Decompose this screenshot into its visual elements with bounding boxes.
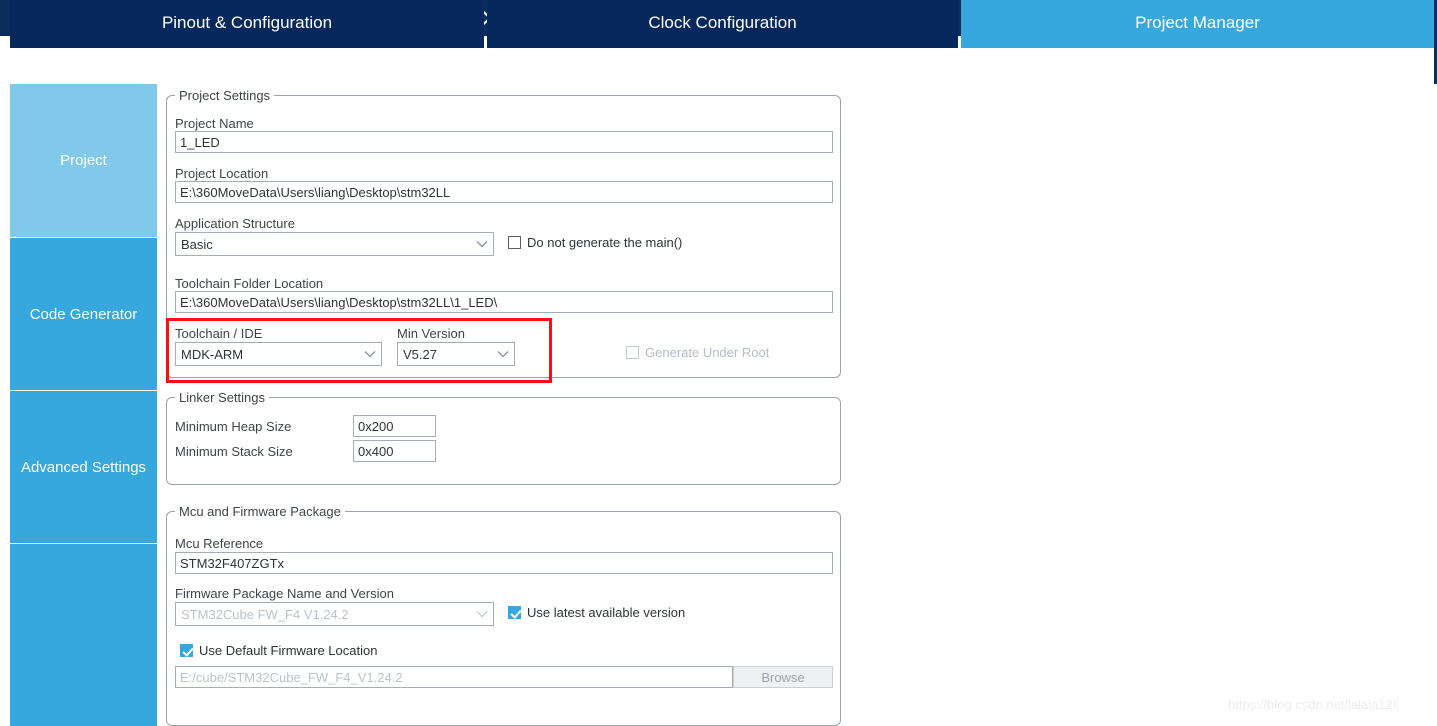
- use-latest-version-checkbox[interactable]: Use latest available version: [508, 605, 685, 620]
- tab-project-manager[interactable]: Project Manager: [961, 0, 1434, 48]
- watermark: https://blog.csdn.net/lalala12ll: [1228, 697, 1399, 712]
- mcu-reference-input[interactable]: STM32F407ZGTx: [175, 552, 833, 574]
- project-name-input[interactable]: 1_LED: [175, 131, 833, 153]
- firmware-location-input[interactable]: E:/cube/STM32Cube_FW_F4_V1.24.2: [175, 666, 733, 688]
- minimum-stack-size-label: Minimum Stack Size: [175, 444, 293, 459]
- min-version-value: V5.27: [403, 346, 437, 362]
- use-default-firmware-location-label: Use Default Firmware Location: [199, 643, 378, 658]
- generate-under-root-checkbox[interactable]: Generate Under Root: [626, 345, 769, 360]
- use-default-firmware-location-checkbox[interactable]: Use Default Firmware Location: [180, 643, 377, 658]
- toolchain-ide-select[interactable]: MDK-ARM: [175, 342, 382, 366]
- linker-settings-group: Linker Settings: [166, 390, 841, 485]
- checkbox-box-use-latest-version: [508, 606, 521, 619]
- mcu-reference-label: Mcu Reference: [175, 536, 264, 551]
- application-structure-value: Basic: [181, 236, 213, 252]
- firmware-package-label: Firmware Package Name and Version: [175, 586, 394, 601]
- minimum-heap-size-input[interactable]: 0x200: [353, 415, 436, 437]
- min-version-label: Min Version: [397, 326, 465, 341]
- firmware-location-value: E:/cube/STM32Cube_FW_F4_V1.24.2: [180, 669, 403, 685]
- checkbox-box-generate-under-root: [626, 346, 639, 359]
- browse-button[interactable]: Browse: [733, 666, 833, 688]
- do-not-generate-main-checkbox[interactable]: Do not generate the main(): [508, 235, 682, 250]
- chevron-down-icon-firmware: [471, 603, 493, 625]
- project-location-label: Project Location: [175, 166, 269, 181]
- checkbox-box-do-not-generate-main: [508, 236, 521, 249]
- do-not-generate-main-label: Do not generate the main(): [527, 235, 683, 250]
- firmware-package-value: STM32Cube FW_F4 V1.24.2: [181, 606, 349, 622]
- toolchain-folder-label: Toolchain Folder Location: [175, 276, 324, 291]
- sidebar-item-project[interactable]: Project: [10, 84, 157, 238]
- application-structure-label: Application Structure: [175, 216, 295, 231]
- use-latest-version-label: Use latest available version: [527, 605, 686, 620]
- chevron-down-icon-min-version: [492, 343, 514, 365]
- toolchain-folder-input[interactable]: E:\360MoveData\Users\liang\Desktop\stm32…: [175, 291, 833, 313]
- tab-pinout-configuration[interactable]: Pinout & Configuration: [10, 0, 484, 48]
- firmware-package-select[interactable]: STM32Cube FW_F4 V1.24.2: [175, 602, 494, 626]
- stm32cubemx-window: Home STM32F407ZGTx 1_LED.ioc - Project M…: [0, 0, 1437, 726]
- sidebar: Project Code Generator Advanced Settings: [10, 84, 157, 726]
- application-structure-select[interactable]: Basic: [175, 232, 494, 256]
- tab-clock-configuration[interactable]: Clock Configuration: [487, 0, 958, 48]
- minimum-stack-size-value: 0x400: [358, 443, 394, 459]
- project-location-input[interactable]: E:\360MoveData\Users\liang\Desktop\stm32…: [175, 181, 833, 203]
- toolchain-folder-value: E:\360MoveData\Users\liang\Desktop\stm32…: [180, 294, 498, 310]
- checkbox-box-use-default-firmware-location: [180, 644, 193, 657]
- min-version-select[interactable]: V5.27: [397, 342, 515, 366]
- chevron-down-icon: [471, 233, 493, 255]
- sidebar-item-empty[interactable]: [10, 544, 157, 726]
- project-name-label: Project Name: [175, 116, 254, 131]
- minimum-stack-size-input[interactable]: 0x400: [353, 440, 436, 462]
- toolchain-ide-value: MDK-ARM: [181, 346, 244, 362]
- toolchain-ide-label: Toolchain / IDE: [175, 326, 263, 341]
- mcu-reference-value: STM32F407ZGTx: [180, 555, 285, 571]
- project-name-value: 1_LED: [180, 134, 220, 150]
- sidebar-item-label-project: Project: [60, 152, 107, 169]
- sidebar-item-advanced-settings[interactable]: Advanced Settings: [10, 391, 157, 544]
- browse-button-label: Browse: [761, 669, 805, 685]
- tabbar-left-gap: [0, 36, 3, 84]
- chevron-down-icon-toolchain: [359, 343, 381, 365]
- sidebar-item-label-code-generator: Code Generator: [29, 305, 138, 323]
- minimum-heap-size-label: Minimum Heap Size: [175, 419, 292, 434]
- mcu-firmware-title: Mcu and Firmware Package: [175, 504, 345, 519]
- generate-under-root-label: Generate Under Root: [645, 345, 770, 360]
- sidebar-item-code-generator[interactable]: Code Generator: [10, 238, 157, 391]
- project-manager-panel: Project Settings Project Name 1_LED Proj…: [157, 84, 1437, 726]
- minimum-heap-size-value: 0x200: [358, 418, 394, 434]
- sidebar-item-label-advanced-settings: Advanced Settings: [20, 458, 147, 476]
- project-settings-title: Project Settings: [175, 88, 275, 103]
- project-location-value: E:\360MoveData\Users\liang\Desktop\stm32…: [180, 184, 451, 200]
- linker-settings-title: Linker Settings: [175, 390, 269, 405]
